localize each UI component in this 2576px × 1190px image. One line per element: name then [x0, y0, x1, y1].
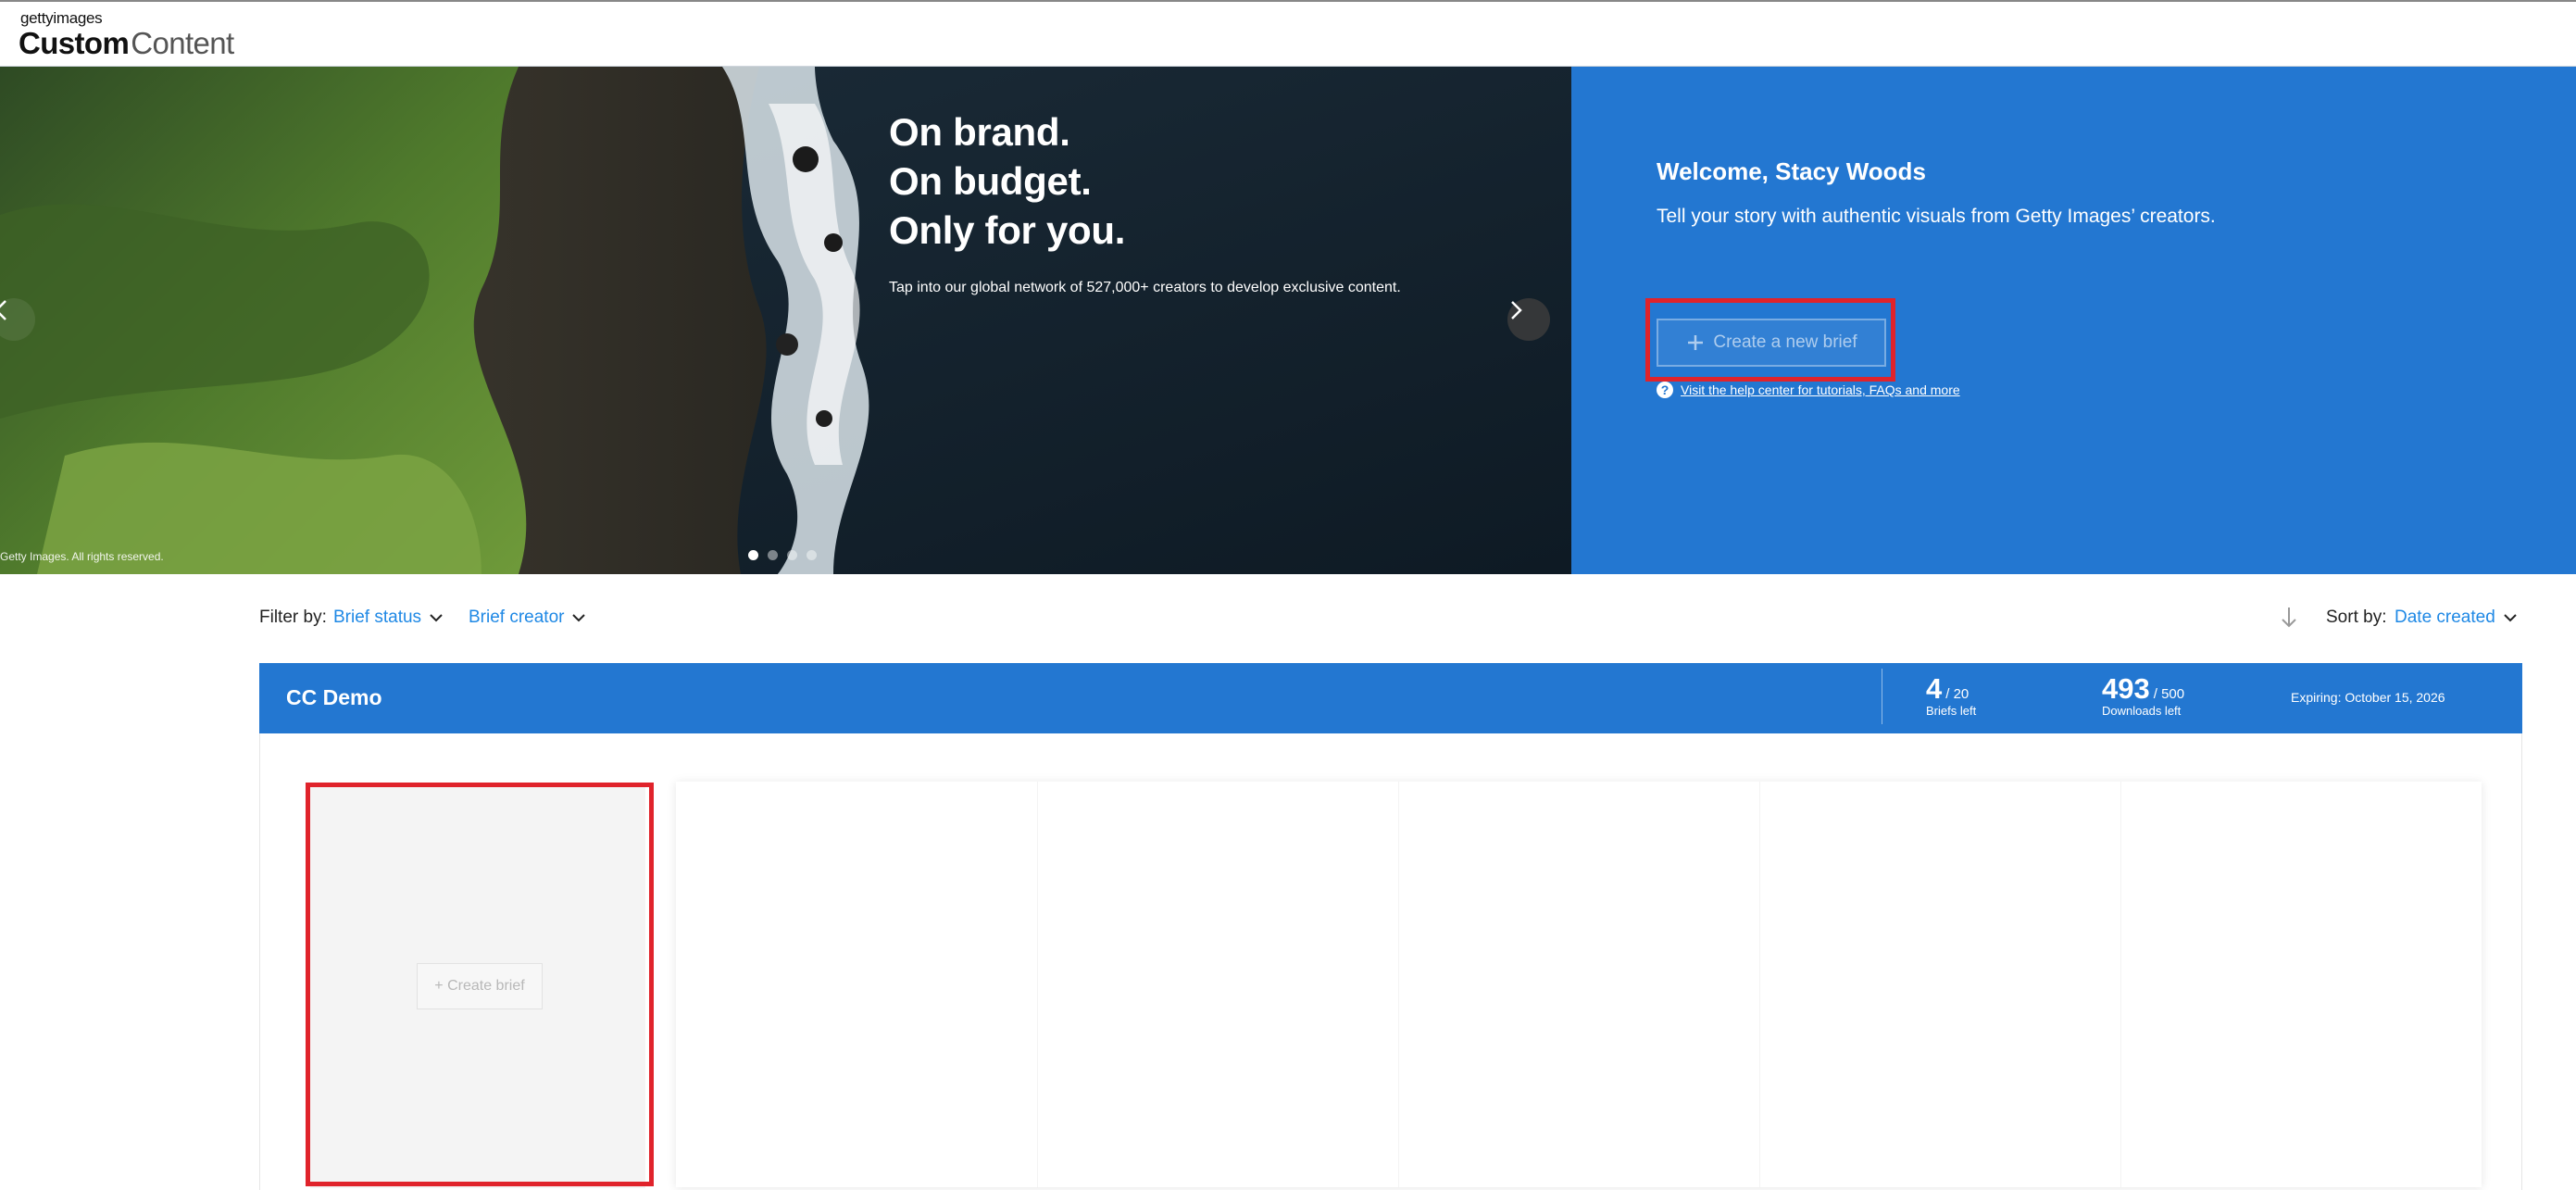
- brief-creator-label: Brief creator: [469, 608, 565, 627]
- create-new-brief-button[interactable]: Create a new brief: [1657, 319, 1886, 367]
- sort-value-label: Date created: [2395, 608, 2495, 627]
- headline-line-3: Only for you.: [889, 208, 1126, 252]
- account-banner: CC Demo 4/ 20 Briefs left 493/ 500 Downl…: [259, 663, 2522, 733]
- sort-dropdown[interactable]: Date created: [2395, 608, 2518, 628]
- logo-title-part1: Custom: [19, 26, 130, 60]
- carousel-dot-4[interactable]: [807, 550, 817, 560]
- welcome-title: Welcome, Stacy Woods: [1657, 157, 1926, 185]
- create-brief-button[interactable]: + Create brief: [417, 963, 543, 1009]
- placeholder-separator: [1759, 782, 1760, 1187]
- filter-bar: Filter by: Brief status Brief creator So…: [259, 604, 2522, 635]
- briefs-left-label: Briefs left: [1926, 704, 1977, 718]
- chevron-down-icon: [430, 614, 443, 622]
- create-new-brief-label: Create a new brief: [1713, 332, 1857, 352]
- placeholder-separator: [1037, 782, 1038, 1187]
- briefs-left-count: 4: [1926, 672, 1943, 705]
- welcome-panel: Welcome, Stacy Woods Tell your story wit…: [1571, 67, 2576, 574]
- create-brief-card[interactable]: + Create brief: [310, 784, 645, 1188]
- carousel-dot-2[interactable]: [768, 550, 778, 560]
- carousel-dot-1[interactable]: [748, 550, 758, 560]
- carousel-next-button[interactable]: [1507, 298, 1550, 341]
- account-name: CC Demo: [286, 685, 382, 709]
- plus-icon: [1688, 335, 1704, 350]
- logo-brand-text: gettyimages: [20, 9, 103, 27]
- arrow-down-icon: [2282, 608, 2296, 628]
- chevron-left-icon: [0, 300, 6, 320]
- briefs-left-stat: 4/ 20 Briefs left: [1926, 672, 1976, 718]
- welcome-subtitle: Tell your story with authentic visuals f…: [1657, 206, 2216, 227]
- custom-content-logo[interactable]: CustomContent: [19, 26, 234, 61]
- downloads-left-count: 493: [2102, 672, 2150, 705]
- hero-section: On brand. On budget. Only for you. Tap i…: [0, 67, 2576, 574]
- briefs-placeholder-panel: [676, 782, 2482, 1187]
- coastline-aerial-illustration: [0, 67, 1571, 574]
- brief-status-dropdown[interactable]: Brief status: [333, 608, 444, 628]
- downloads-left-stat: 493/ 500 Downloads left: [2102, 672, 2184, 718]
- placeholder-separator: [2120, 782, 2121, 1187]
- downloads-left-label: Downloads left: [2102, 704, 2182, 718]
- briefs-total: / 20: [1945, 686, 1970, 702]
- downloads-total: / 500: [2153, 686, 2185, 702]
- chevron-right-icon: [1511, 301, 1522, 319]
- headline-line-1: On brand.: [889, 110, 1070, 154]
- question-circle-icon: ?: [1657, 382, 1673, 398]
- chevron-down-icon: [572, 614, 586, 622]
- hero-tagline: Tap into our global network of 527,000+ …: [889, 280, 1401, 295]
- chevron-down-icon: [2504, 614, 2517, 622]
- sort-label: Sort by:: [2326, 608, 2387, 627]
- filter-label: Filter by:: [259, 608, 327, 627]
- app-header: gettyimages CustomContent: [0, 0, 2576, 67]
- hero-carousel-image: On brand. On budget. Only for you. Tap i…: [0, 67, 1571, 574]
- help-center-link[interactable]: Visit the help center for tutorials, FAQ…: [1681, 382, 1960, 397]
- carousel-dots: [748, 550, 817, 560]
- brief-creator-dropdown[interactable]: Brief creator: [469, 608, 586, 628]
- hero-headline: On brand. On budget. Only for you.: [889, 107, 1125, 255]
- expiry-date: Expiring: October 15, 2026: [2291, 690, 2445, 705]
- sort-direction-button[interactable]: [2278, 604, 2300, 637]
- headline-line-2: On budget.: [889, 159, 1092, 203]
- copyright-notice: Getty Images. All rights reserved.: [0, 550, 164, 563]
- placeholder-separator: [1398, 782, 1399, 1187]
- logo-title-part2: Content: [131, 26, 234, 60]
- brief-status-label: Brief status: [333, 608, 422, 627]
- getty-images-logo[interactable]: gettyimages: [20, 9, 103, 28]
- carousel-dot-3[interactable]: [787, 550, 797, 560]
- help-center-row: ? Visit the help center for tutorials, F…: [1657, 382, 1960, 398]
